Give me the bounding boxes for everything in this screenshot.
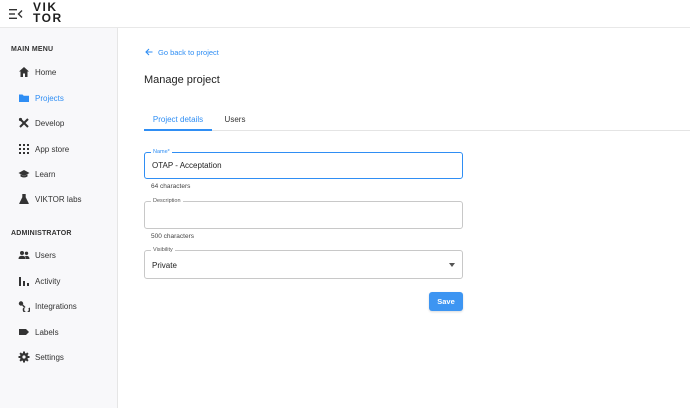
sidebar-item-label: Develop xyxy=(35,118,65,128)
sidebar: MAIN MENU Home Projects Develop App stor… xyxy=(0,28,118,408)
name-field[interactable]: Name* xyxy=(144,149,463,179)
sidebar-item-labels[interactable]: Labels xyxy=(0,321,118,343)
integrations-icon xyxy=(18,300,30,312)
description-helper-text: 500 characters xyxy=(151,233,194,240)
sidebar-item-label: Learn xyxy=(35,169,56,179)
gear-icon xyxy=(18,351,30,363)
tools-icon xyxy=(18,117,30,129)
sidebar-item-label: Integrations xyxy=(35,301,77,311)
visibility-field-label: Visibility xyxy=(151,247,175,253)
sidebar-item-settings[interactable]: Settings xyxy=(0,346,118,368)
description-input[interactable] xyxy=(152,211,442,220)
sidebar-item-label: Users xyxy=(35,250,56,260)
description-field-label: Description xyxy=(151,198,183,204)
users-icon xyxy=(18,249,30,261)
main-menu-title: MAIN MENU xyxy=(11,46,54,53)
sidebar-item-projects[interactable]: Projects xyxy=(0,87,118,109)
sidebar-item-label: Activity xyxy=(35,276,61,286)
name-input[interactable] xyxy=(152,161,442,170)
name-helper-text: 64 characters xyxy=(151,183,191,190)
bar-chart-icon xyxy=(18,275,30,287)
sidebar-item-home[interactable]: Home xyxy=(0,61,118,83)
logo-line-2: TOR xyxy=(33,11,63,25)
visibility-value: Private xyxy=(152,261,177,270)
tab-users[interactable]: Users xyxy=(220,112,250,131)
sidebar-item-label: App store xyxy=(35,144,70,154)
folder-icon xyxy=(18,92,30,104)
save-button[interactable]: Save xyxy=(429,292,463,311)
sidebar-item-label: VIKTOR labs xyxy=(35,194,82,204)
tab-bar: Project details Users xyxy=(144,112,690,131)
sidebar-item-develop[interactable]: Develop xyxy=(0,112,118,134)
viktor-logo[interactable]: VIK TOR xyxy=(33,1,63,25)
tab-project-details[interactable]: Project details xyxy=(144,112,212,131)
sidebar-item-label: Projects xyxy=(35,93,64,103)
main-content: Go back to project Manage project Projec… xyxy=(118,28,690,408)
sidebar-item-integrations[interactable]: Integrations xyxy=(0,295,118,317)
graduation-cap-icon xyxy=(18,168,30,180)
administrator-title: ADMINISTRATOR xyxy=(11,230,72,237)
top-bar: VIK TOR xyxy=(0,0,690,28)
home-icon xyxy=(18,66,30,78)
name-field-label: Name* xyxy=(151,149,172,155)
sidebar-item-label: Labels xyxy=(35,327,59,337)
go-back-link[interactable]: Go back to project xyxy=(145,43,219,61)
sidebar-item-learn[interactable]: Learn xyxy=(0,163,118,185)
label-icon xyxy=(18,326,30,338)
page-title: Manage project xyxy=(144,74,220,86)
arrow-left-icon xyxy=(145,43,153,61)
sidebar-item-viktor-labs[interactable]: VIKTOR labs xyxy=(0,188,118,210)
sidebar-item-label: Home xyxy=(35,67,57,77)
description-field[interactable]: Description xyxy=(144,198,463,229)
go-back-label: Go back to project xyxy=(158,47,219,57)
sidebar-item-label: Settings xyxy=(35,352,64,362)
sidebar-item-app-store[interactable]: App store xyxy=(0,138,118,160)
flask-icon xyxy=(18,193,30,205)
dropdown-caret-icon xyxy=(449,263,455,267)
sidebar-item-activity[interactable]: Activity xyxy=(0,270,118,292)
visibility-select[interactable]: Visibility Private xyxy=(144,247,463,279)
collapse-menu-icon[interactable] xyxy=(9,7,23,19)
grid-icon xyxy=(18,143,30,155)
sidebar-item-users[interactable]: Users xyxy=(0,244,118,266)
